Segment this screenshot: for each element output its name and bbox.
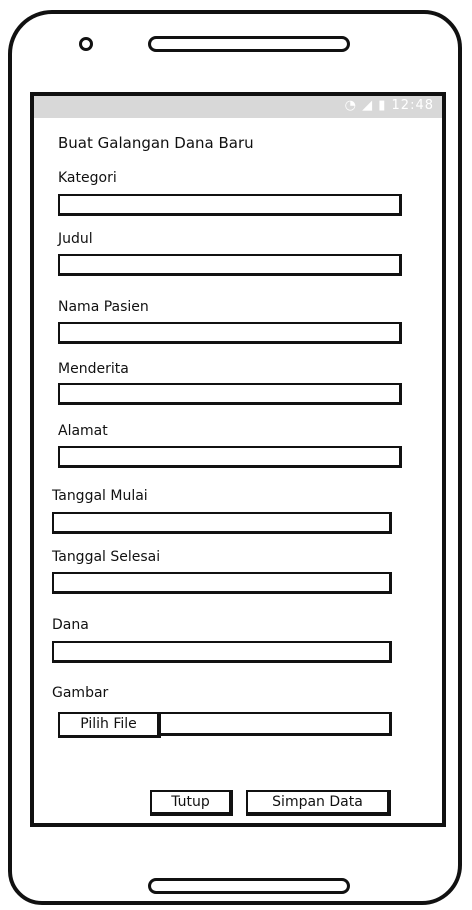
choose-file-button[interactable]: Pilih File (58, 712, 161, 738)
label-kategori: Kategori (58, 170, 117, 186)
wifi-icon: ◔ (344, 98, 357, 113)
close-button[interactable]: Tutup (150, 790, 233, 816)
tanggal-mulai-input[interactable] (52, 512, 392, 534)
menderita-input[interactable] (58, 383, 402, 405)
status-icons: ◔ ◢ ▮ 12:48 (345, 98, 434, 113)
save-button[interactable]: Simpan Data (246, 790, 391, 816)
signal-icon: ◢ (362, 98, 374, 113)
alamat-input[interactable] (58, 446, 402, 468)
label-nama-pasien: Nama Pasien (58, 299, 149, 315)
speaker-grille (148, 36, 350, 52)
dana-input[interactable] (52, 641, 392, 663)
label-dana: Dana (52, 617, 89, 633)
battery-icon: ▮ (378, 98, 387, 113)
app-screen: ◔ ◢ ▮ 12:48 Buat Galangan Dana Baru Kate… (30, 92, 446, 827)
status-time: 12:48 (391, 98, 434, 113)
label-menderita: Menderita (58, 361, 129, 377)
form-title: Buat Galangan Dana Baru (58, 134, 254, 152)
tanggal-selesai-input[interactable] (52, 572, 392, 594)
nama-pasien-input[interactable] (58, 322, 402, 344)
camera-icon (79, 37, 93, 51)
status-bar: ◔ ◢ ▮ 12:48 (34, 96, 442, 118)
label-tanggal-mulai: Tanggal Mulai (52, 488, 148, 504)
home-button[interactable] (148, 878, 350, 894)
label-gambar: Gambar (52, 685, 109, 701)
label-tanggal-selesai: Tanggal Selesai (52, 549, 161, 565)
label-alamat: Alamat (58, 423, 108, 439)
label-judul: Judul (58, 231, 93, 247)
kategori-input[interactable] (58, 194, 402, 216)
judul-input[interactable] (58, 254, 402, 276)
